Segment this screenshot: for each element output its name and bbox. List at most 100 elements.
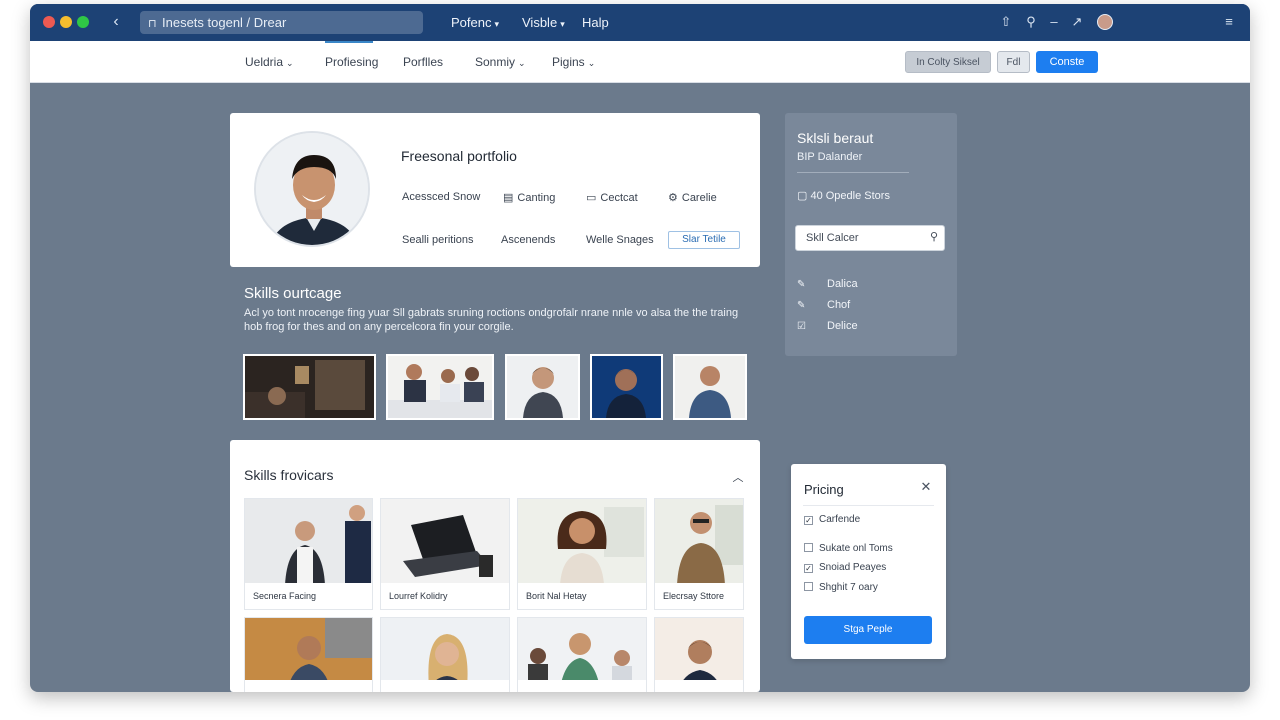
app-window: ‹ ⊓ Inesets togenl / Drear Pofenc ▾ Visble… bbox=[30, 4, 1250, 692]
pricing-option-checkbox[interactable]: Shghit 7 oary bbox=[804, 582, 878, 593]
profile-card: Freesonal portfolio Acessced Snow ▤ Canti… bbox=[230, 113, 760, 267]
minus-icon[interactable]: – bbox=[1045, 13, 1063, 31]
menu-pofenc[interactable]: Pofenc ▾ bbox=[451, 4, 499, 41]
link-ascenends[interactable]: Ascenends bbox=[501, 234, 555, 246]
search-icon[interactable]: ⚲ bbox=[930, 230, 938, 243]
slar-tetile-button[interactable]: Slar Tetile bbox=[668, 231, 740, 249]
colty-siksel-button[interactable]: In Colty Siksel bbox=[905, 51, 991, 73]
showcase-tile[interactable]: Elecrsay Sttore bbox=[654, 498, 744, 610]
skills-side-panel: Sklsli beraut BIP Dalander ▢ 40 Opedle S… bbox=[785, 113, 957, 356]
nav-item-sonmiy[interactable]: Sonmiy ⌄ bbox=[475, 41, 526, 83]
hamburger-icon[interactable]: ≡ bbox=[1220, 13, 1238, 31]
portrait-photo-icon bbox=[655, 499, 743, 585]
option-label: Shghit 7 oary bbox=[819, 582, 878, 593]
arrow-icon[interactable]: ↗ bbox=[1068, 13, 1086, 31]
action-label: Canting bbox=[517, 192, 556, 204]
nav-label: Pigins bbox=[552, 55, 585, 69]
link-sealli-peritions[interactable]: Sealli peritions bbox=[402, 234, 474, 246]
action-acessced-snow[interactable]: Acessced Snow bbox=[402, 191, 480, 203]
action-label: Acessced Snow bbox=[402, 191, 481, 203]
opedle-stors-count: ▢ 40 Opedle Stors bbox=[797, 189, 890, 202]
side-item-label: Dalica bbox=[827, 278, 858, 290]
person-portrait-icon bbox=[256, 133, 368, 245]
menu-label: Pofenc bbox=[451, 15, 492, 30]
nav-item-ueldria[interactable]: Ueldria ⌄ bbox=[245, 41, 294, 83]
stga-peple-button[interactable]: Stga Peple bbox=[804, 616, 932, 644]
pricing-option-checkbox[interactable]: Sukate onl Toms bbox=[804, 543, 893, 554]
showcase-tile[interactable] bbox=[654, 617, 744, 692]
tile-caption: Secnera Facing bbox=[245, 583, 372, 609]
portrait-photo-icon bbox=[518, 499, 646, 585]
back-arrow-icon[interactable]: ‹ bbox=[108, 12, 124, 32]
nav-item-profiesing[interactable]: Profiesing bbox=[325, 41, 378, 83]
action-canting[interactable]: ▤ Canting bbox=[503, 191, 555, 204]
search-value: Skll Calcer bbox=[806, 232, 859, 244]
share-icon[interactable]: ⇧ bbox=[997, 13, 1015, 31]
showcase-card: Skills frovicars ︿ Secnera Facing Lourre… bbox=[230, 440, 760, 692]
action-label: Carelie bbox=[681, 192, 717, 204]
workshop-photo-icon bbox=[245, 356, 374, 418]
portrait-photo-icon bbox=[507, 356, 578, 418]
search-icon[interactable]: ⚲ bbox=[1022, 13, 1040, 31]
profile-title: Freesonal portfolio bbox=[401, 148, 517, 164]
side-item-chof[interactable]: ✎ Chof bbox=[797, 299, 850, 311]
side-item-dalica[interactable]: ✎ Dalica bbox=[797, 278, 858, 290]
link-welle-snages[interactable]: Welle Snages bbox=[586, 234, 654, 246]
user-avatar[interactable] bbox=[1097, 14, 1113, 30]
showcase-tile[interactable]: Lourref Kolidry bbox=[380, 498, 510, 610]
overview-description: Acl yo tont nrocenge fing yuar Sll gabra… bbox=[244, 307, 739, 333]
menu-label: Halp bbox=[582, 15, 609, 30]
fdl-button[interactable]: Fdl bbox=[997, 51, 1030, 73]
thumbnail-photo[interactable] bbox=[673, 354, 747, 420]
tile-caption bbox=[245, 680, 372, 692]
nav-label: Profiesing bbox=[325, 55, 379, 69]
divider bbox=[803, 505, 934, 506]
chevron-up-icon[interactable]: ︿ bbox=[730, 469, 746, 484]
conste-button[interactable]: Conste bbox=[1036, 51, 1098, 73]
skill-search-input[interactable]: Skll Calcer ⚲ bbox=[795, 225, 945, 251]
option-label: Carfende bbox=[819, 514, 861, 525]
minimize-window-button[interactable] bbox=[60, 16, 72, 28]
pricing-option-checkbox[interactable]: ✓ Snoiad Peayes bbox=[804, 562, 886, 573]
chevron-down-icon: ⌄ bbox=[286, 58, 294, 68]
close-window-button[interactable] bbox=[43, 16, 55, 28]
action-cectcat[interactable]: ▭ Cectcat bbox=[586, 191, 638, 204]
maximize-window-button[interactable] bbox=[77, 16, 89, 28]
side-item-delice[interactable]: ☑ Delice bbox=[797, 320, 858, 332]
square-icon: ▢ bbox=[797, 190, 811, 202]
nav-item-pigins[interactable]: Pigins ⌄ bbox=[552, 41, 595, 83]
tile-caption bbox=[518, 680, 646, 692]
action-carelie[interactable]: ⚙ Carelie bbox=[668, 191, 717, 204]
thumbnail-photo[interactable] bbox=[243, 354, 376, 420]
menu-visble[interactable]: Visble ▾ bbox=[522, 4, 565, 41]
showcase-tile[interactable] bbox=[380, 617, 510, 692]
gear-icon: ⚙ bbox=[668, 192, 678, 204]
showcase-tile[interactable] bbox=[517, 617, 647, 692]
chevron-down-icon: ▾ bbox=[494, 19, 500, 29]
pricing-option-checkbox[interactable]: ✓ Carfende bbox=[804, 514, 860, 525]
thumbnail-photo[interactable] bbox=[590, 354, 663, 420]
address-bar[interactable]: ⊓ Inesets togenl / Drear bbox=[140, 11, 423, 34]
tile-caption bbox=[381, 680, 509, 692]
close-icon[interactable]: ✕ bbox=[918, 479, 934, 495]
showcase-tile[interactable]: Secnera Facing bbox=[244, 498, 373, 610]
thumbnail-photo[interactable] bbox=[505, 354, 580, 420]
menu-label: Visble bbox=[522, 15, 558, 30]
chevron-down-icon: ▾ bbox=[560, 19, 565, 29]
nav-bar: Ueldria ⌄ Profiesing Porflles Sonmiy ⌄ Pig… bbox=[30, 41, 1250, 83]
chevron-down-icon: ⌄ bbox=[587, 58, 596, 68]
option-label: Snoiad Peayes bbox=[819, 562, 887, 573]
laptop-photo-icon bbox=[381, 499, 509, 585]
nav-item-porflles[interactable]: Porflles bbox=[403, 41, 443, 83]
chef-photo-icon bbox=[245, 499, 372, 585]
thumbnail-photo[interactable] bbox=[386, 354, 494, 420]
showcase-tile[interactable] bbox=[244, 617, 373, 692]
pricing-title: Pricing bbox=[804, 482, 844, 497]
menu-halp[interactable]: Halp bbox=[582, 4, 609, 41]
pencil-icon: ✎ bbox=[797, 300, 806, 311]
showcase-tile[interactable]: Borit Nal Hetay bbox=[517, 498, 647, 610]
nav-label: Porflles bbox=[403, 55, 444, 69]
checkbox-checked-icon: ✓ bbox=[804, 564, 813, 573]
side-item-label: Chof bbox=[827, 299, 851, 311]
tile-caption: Lourref Kolidry bbox=[381, 583, 509, 609]
